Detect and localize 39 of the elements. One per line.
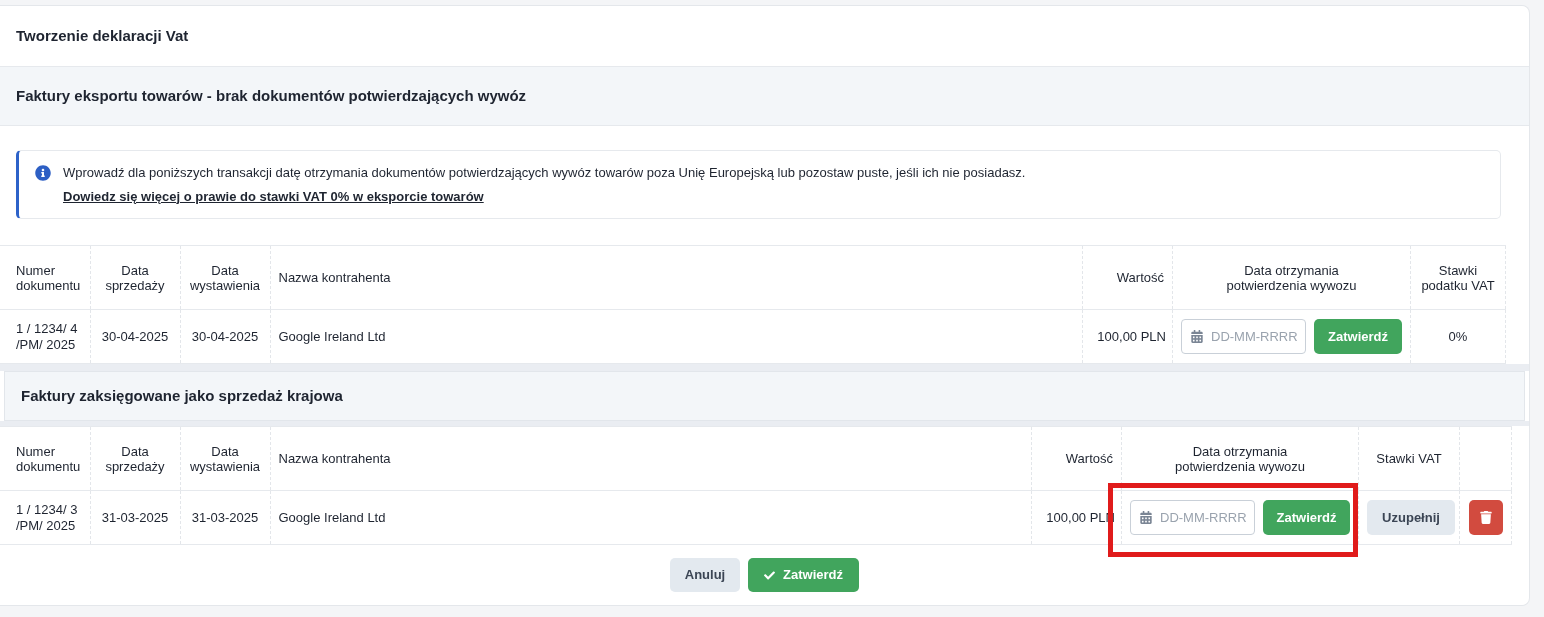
column-header: Nazwa kontrahenta [278,270,391,285]
date-input-field[interactable]: DD-MM-RRRR [1181,319,1306,354]
section-title: Faktury eksportu towarów - brak dokumentów potwierdzających wywóz [16,85,527,106]
column-header: Wartość [1065,451,1113,466]
date-input-field[interactable]: DD-MM-RRRR [1130,500,1255,535]
table-cell: 0% [1448,328,1468,344]
column-header: Stawki VAT [1376,451,1442,466]
column-header: Data wystawienia [189,443,261,474]
table-cell: 1 / 1234/ 4 /PM/ 2025 [16,320,78,352]
table-cell: 1 / 1234/ 3 /PM/ 2025 [16,501,78,533]
table-cell: 31-03-2025 [191,509,259,525]
trash-icon [1479,511,1492,524]
column-header: Data sprzedaży [105,443,165,474]
column-header: Wartość [1116,270,1164,285]
column-header: Data otrzymania potwierdzenia wywozu [1174,443,1306,474]
column-header: Data otrzymania potwierdzenia wywozu [1226,262,1357,293]
info-text: Wprowadź dla poniższych transakcji datę otrzymania dokumentów potwierdzających wywóz towarów poza Unię Europejską lub pozostaw puste, jeśli ich nie posiadasz. [63,164,1026,182]
check-icon [764,569,775,581]
column-header: Stawki podatku VAT [1421,262,1495,293]
fill-in-button[interactable]: Uzupełnij [1367,500,1455,535]
table-cell: 100,00 PLN [1097,328,1166,344]
column-header: Data wystawienia [189,262,261,293]
cancel-button[interactable]: Anuluj [670,558,740,592]
table-cell: 30-04-2025 [101,328,169,344]
column-header: Data sprzedaży [105,262,165,293]
column-header: Numer dokumentu [16,262,81,293]
table-cell: Google Ireland Ltd [278,509,386,525]
calendar-icon [1140,511,1152,524]
table-cell: 30-04-2025 [191,328,259,344]
calendar-icon [1191,330,1203,343]
learn-more-link[interactable]: Dowiedz się więcej o prawie do stawki VAT 0% w eksporcie towarów [63,186,484,206]
column-header: Numer dokumentu [16,443,81,474]
table-cell: 31-03-2025 [101,509,169,525]
delete-button[interactable] [1468,500,1503,535]
info-icon [35,165,51,181]
column-header: Nazwa kontrahenta [278,451,391,466]
page-title: Tworzenie deklaracji Vat [16,25,189,46]
table-cell: Google Ireland Ltd [278,328,386,344]
section-title: Faktury zaksięgowane jako sprzedaż krajowa [21,385,343,406]
